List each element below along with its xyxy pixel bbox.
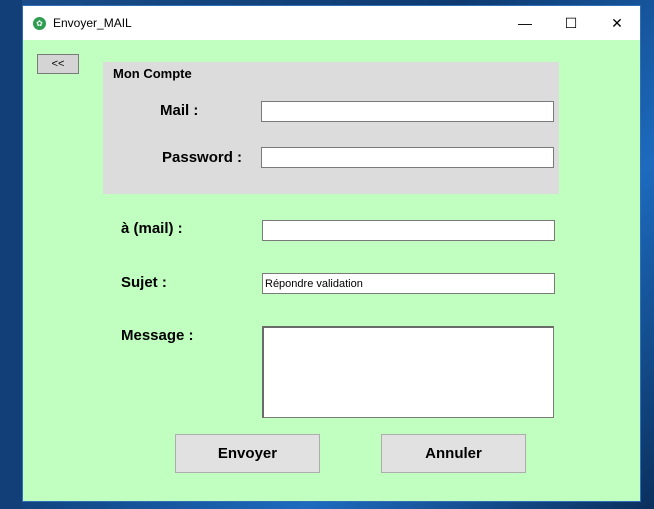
account-group-title: Mon Compte	[113, 66, 192, 81]
password-label: Password :	[162, 149, 243, 166]
desktop-background-strip	[0, 0, 22, 509]
password-input[interactable]	[261, 147, 554, 168]
account-group: Mon Compte Mail : Password :	[103, 62, 559, 194]
app-icon: ✿	[33, 17, 46, 30]
maximize-icon: ☐	[564, 14, 578, 31]
message-label: Message :	[121, 327, 194, 344]
to-email-input[interactable]	[262, 220, 555, 241]
maximize-button[interactable]: ☐	[548, 6, 594, 40]
mail-input[interactable]	[261, 101, 554, 122]
close-button[interactable]: ✕	[594, 6, 640, 40]
minimize-icon: —	[518, 15, 532, 31]
send-button[interactable]: Envoyer	[175, 434, 320, 473]
message-textarea[interactable]	[262, 326, 554, 418]
subject-label: Sujet :	[121, 274, 167, 291]
to-label: à (mail) :	[121, 220, 183, 237]
cancel-button[interactable]: Annuler	[381, 434, 526, 473]
main-window: ✿ Envoyer_MAIL — ☐ ✕ << Mon Compte Mail …	[22, 5, 641, 502]
subject-input[interactable]	[262, 273, 555, 294]
title-bar[interactable]: ✿ Envoyer_MAIL — ☐ ✕	[23, 6, 640, 40]
mail-label: Mail :	[160, 102, 199, 119]
close-icon: ✕	[611, 14, 623, 31]
minimize-button[interactable]: —	[502, 6, 548, 40]
back-button[interactable]: <<	[37, 54, 79, 74]
window-title: Envoyer_MAIL	[53, 16, 132, 30]
